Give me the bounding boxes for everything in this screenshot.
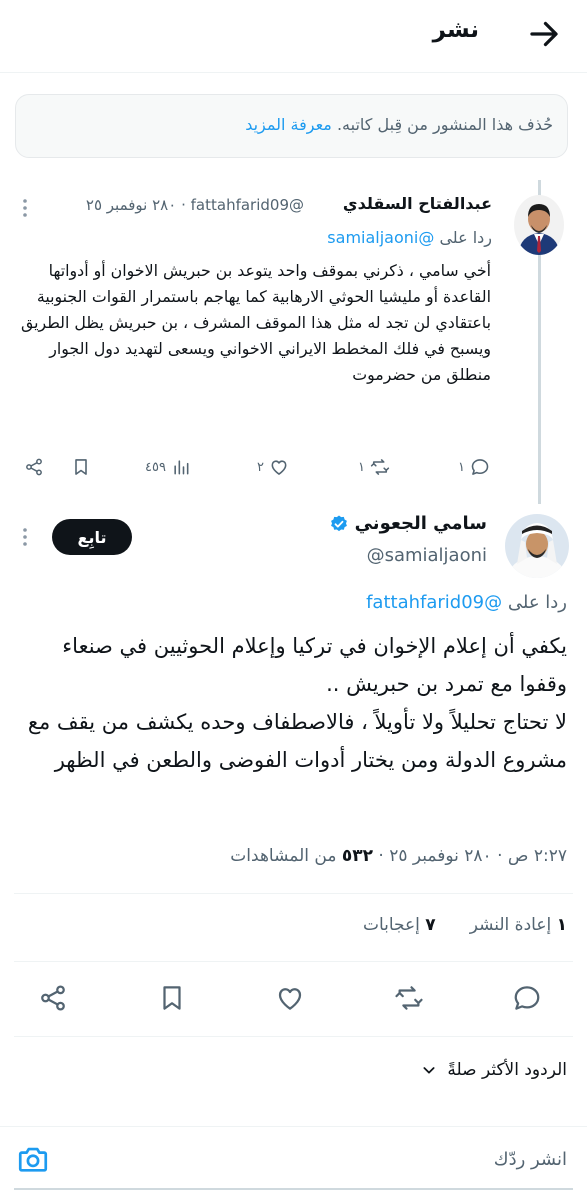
meta-separator: ·	[497, 846, 503, 866]
avatar[interactable]	[514, 195, 564, 255]
bookmark-icon	[163, 986, 181, 1010]
repost-count: ١	[358, 459, 365, 475]
avatar[interactable]	[505, 514, 569, 578]
views-count: ٤٥٩	[145, 459, 166, 475]
replies-sort-dropdown[interactable]: الردود الأكثر صلةً	[421, 1060, 567, 1080]
likes-stat[interactable]: ٧ إعجابات	[363, 915, 436, 935]
share-button[interactable]	[38, 983, 70, 1015]
likes-label: إعجابات	[362, 915, 420, 935]
repost-icon	[395, 986, 423, 1010]
divider	[14, 893, 573, 894]
author-name[interactable]: عبدالفتاح السقلدي	[343, 194, 492, 213]
reply-to-handle[interactable]: @samialjaoni	[327, 228, 434, 247]
chevron-down-icon	[423, 1067, 435, 1074]
reply-icon	[471, 459, 489, 475]
reposts-count: ١	[556, 915, 567, 935]
bookmark-icon	[75, 459, 87, 475]
likes-count: ٧	[425, 915, 436, 935]
back-arrow-icon[interactable]	[526, 16, 562, 52]
learn-more-link[interactable]: معرفة المزيد	[245, 115, 332, 134]
heart-icon	[271, 460, 287, 475]
deleted-post-notice: حُذف هذا المنشور من قِبل كاتبه. معرفة ال…	[15, 94, 568, 158]
replies-sort-label: الردود الأكثر صلةً	[447, 1060, 567, 1080]
analytics-icon	[174, 460, 189, 475]
author-name[interactable]: سامي الجعوني	[355, 513, 487, 534]
repost-button[interactable]	[394, 983, 426, 1015]
reposts-stat[interactable]: ١ إعادة النشر	[470, 915, 567, 935]
follow-button[interactable]: تابِع	[52, 519, 132, 555]
author-handle[interactable]: @fattahfarid09	[191, 196, 304, 214]
post-text: يكفي أن إعلام الإخوان في تركيا وإعلام ال…	[22, 627, 567, 779]
post-text: أخي سامي ، ذكرني بموقف واحد يتوعد بن حبر…	[20, 261, 491, 384]
meta-separator: ·	[181, 196, 186, 214]
heart-icon	[278, 988, 302, 1010]
reply-composer-input[interactable]: انشر ردّك	[494, 1149, 567, 1170]
views-count: ٥٣٢	[341, 846, 373, 866]
author-handle[interactable]: @samialjaoni	[367, 545, 487, 566]
post-timestamp: ٢:٢٧ ص · ٢٨٠ نوفمبر ٢٥ · ٥٣٢ من المشاهدا…	[230, 846, 567, 866]
reposts-label: إعادة النشر	[469, 915, 552, 935]
share-button[interactable]	[24, 456, 44, 478]
views-button[interactable]: ٤٥٩	[145, 456, 191, 478]
post-stats: ١ إعادة النشر ٧ إعجابات	[363, 915, 567, 935]
bookmark-button[interactable]	[157, 983, 189, 1015]
reply-button[interactable]	[512, 983, 544, 1015]
composer-underline	[14, 1188, 573, 1190]
bookmark-button[interactable]	[71, 456, 91, 478]
like-button[interactable]	[275, 983, 307, 1015]
reply-context: ردا على @samialjaoni	[327, 228, 492, 247]
divider	[14, 961, 573, 962]
verified-badge-icon	[330, 515, 347, 531]
post-date[interactable]: ٢٨٠ نوفمبر ٢٥	[86, 196, 176, 214]
like-button[interactable]: ٢	[257, 456, 289, 478]
reply-count: ١	[458, 459, 465, 475]
more-options-icon[interactable]	[18, 198, 32, 218]
post-text-paragraph: لا تحتاج تحليلاً ولا تأويلاً ، فالاصطفاف…	[27, 710, 567, 772]
top-bar	[0, 0, 587, 73]
views-label: من المشاهدات	[230, 846, 337, 866]
post-text-paragraph: يكفي أن إعلام الإخوان في تركيا وإعلام ال…	[62, 634, 567, 696]
post-date[interactable]: ٢٨٠ نوفمبر ٢٥	[389, 846, 491, 866]
more-options-icon[interactable]	[18, 526, 32, 548]
repost-icon	[370, 459, 390, 475]
post-time[interactable]: ٢:٢٧ ص	[508, 846, 567, 866]
divider	[14, 1036, 573, 1037]
reply-context: ردا على @fattahfarid09	[366, 592, 567, 613]
divider	[0, 1126, 587, 1127]
reply-prefix: ردا على	[439, 228, 492, 247]
share-icon	[41, 985, 65, 1011]
reply-prefix: ردا على	[507, 592, 567, 613]
reply-button[interactable]: ١	[458, 456, 490, 478]
notice-text: حُذف هذا المنشور من قِبل كاتبه.	[336, 115, 553, 134]
reply-to-handle[interactable]: @fattahfarid09	[366, 592, 502, 613]
reply-icon	[514, 986, 540, 1010]
share-icon	[26, 458, 42, 476]
like-count: ٢	[257, 459, 264, 475]
repost-button[interactable]: ١	[358, 456, 390, 478]
meta-separator: ·	[378, 846, 384, 866]
camera-icon[interactable]	[16, 1142, 50, 1176]
page-title: نشر	[432, 17, 479, 43]
